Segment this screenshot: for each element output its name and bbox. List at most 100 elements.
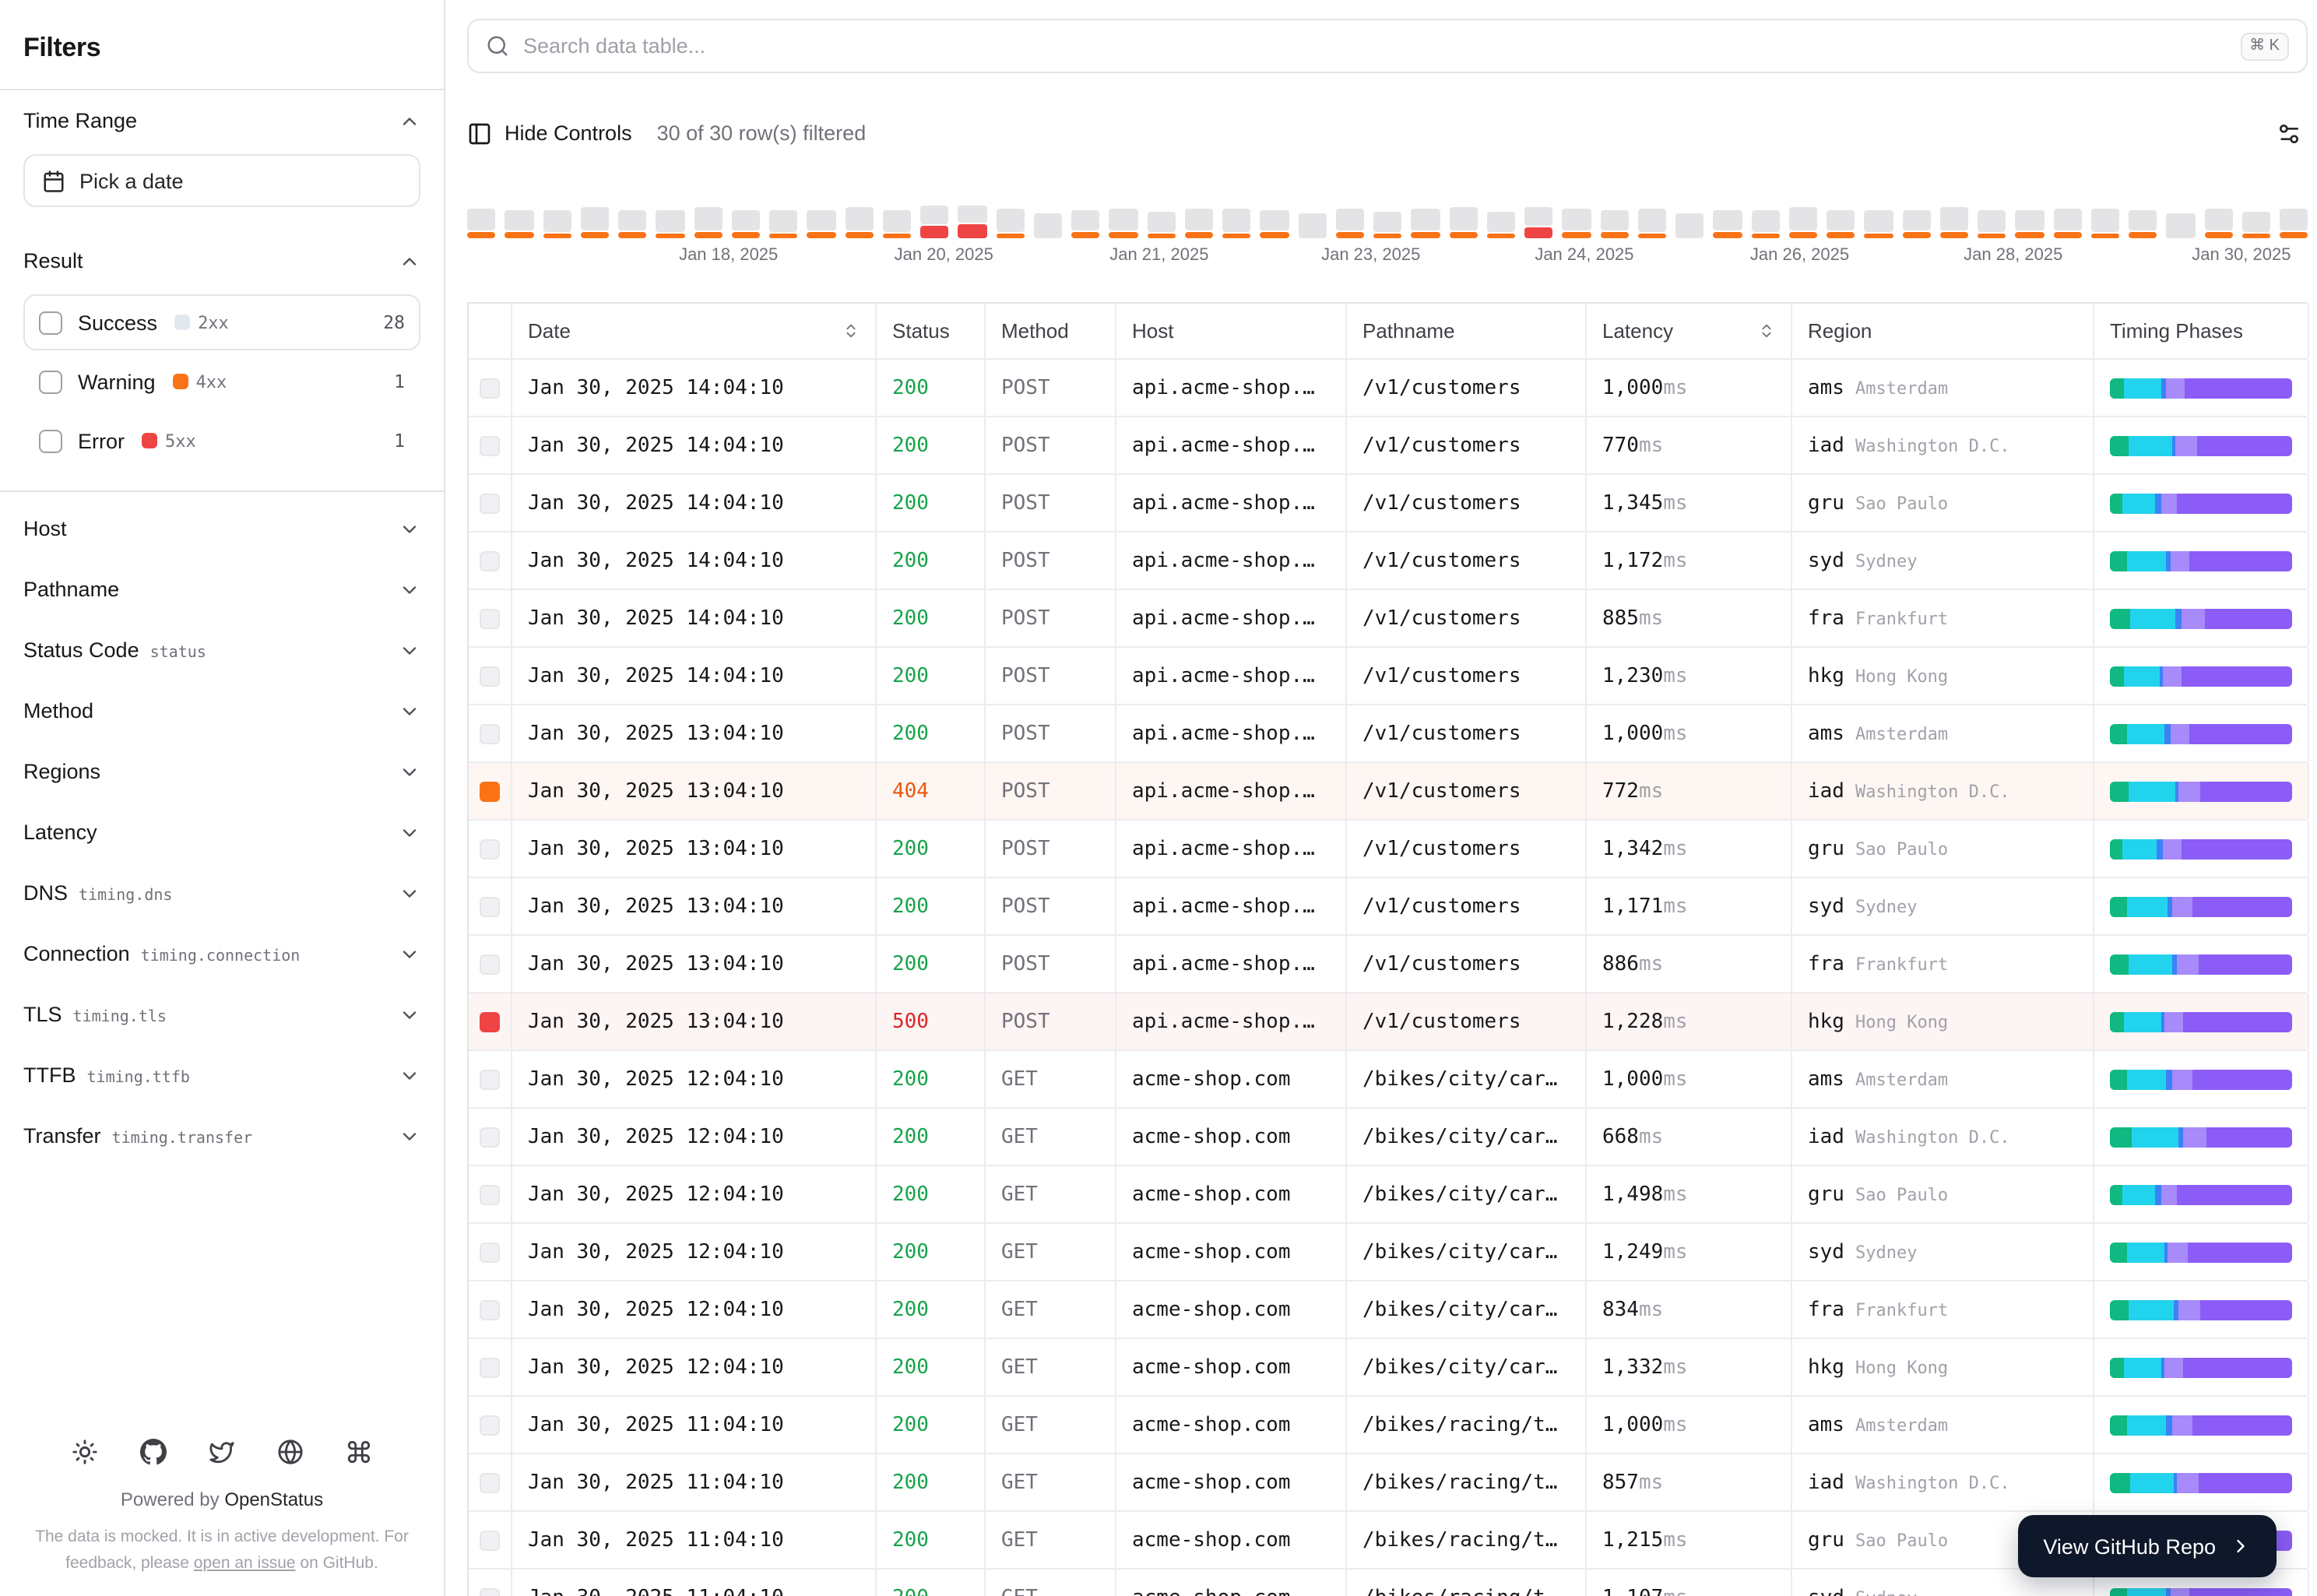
timeline-bar[interactable] [996,196,1025,238]
table-row[interactable]: Jan 30, 2025 11:04:10200GETacme-shop.com… [469,1397,2309,1454]
row-select-cell[interactable] [469,936,512,992]
timeline-bar[interactable] [467,196,496,238]
table-row[interactable]: Jan 30, 2025 14:04:10 200 POST api.acme-sho… [469,533,2309,590]
timeline-bar[interactable] [1147,196,1176,238]
timeline-bar[interactable] [1788,196,1817,238]
checkbox[interactable] [39,311,62,334]
table-row[interactable]: Jan 30, 2025 13:04:10 404 POST api.acme-sho… [469,763,2309,821]
timeline-bar[interactable] [2015,196,2044,238]
row-select-cell[interactable] [469,648,512,704]
command-menu-button[interactable] [346,1440,372,1466]
timeline-bar[interactable] [1411,196,1440,238]
row-select-cell[interactable] [469,763,512,819]
row-select-cell[interactable] [469,1051,512,1107]
timeline-bar[interactable] [731,196,760,238]
row-select-cell[interactable] [469,360,512,416]
table-row[interactable]: Jan 30, 2025 14:04:10 200 POST api.acme-sho… [469,360,2309,417]
view-options-button[interactable] [2270,114,2308,152]
timeline-bar[interactable] [1713,196,1742,238]
sidebar-section-ttfb[interactable]: TTFB timing.ttfb [23,1045,420,1106]
table-row[interactable]: Jan 30, 2025 12:04:10 200 GET acme-shop.com… [469,1166,2309,1224]
table-row[interactable]: Jan 30, 2025 12:04:10 200 GET acme-shop.com… [469,1281,2309,1339]
timeline-bar[interactable] [1486,196,1515,238]
sidebar-section-tls[interactable]: TLS timing.tls [23,984,420,1045]
timeline-bar[interactable] [1298,196,1327,238]
timeline-bar[interactable] [2241,196,2270,238]
timeline-bar[interactable] [1637,196,1666,238]
table-row[interactable]: Jan 30, 2025 13:04:10 200 POST api.acme-sho… [469,821,2309,878]
column-header-latency[interactable]: Latency [1587,304,1792,358]
theme-toggle-button[interactable] [72,1440,98,1466]
timeline-bar[interactable] [1184,196,1213,238]
timeline-bar[interactable] [618,196,647,238]
timeline-bar[interactable] [1335,196,1364,238]
timeline-bar[interactable] [1562,196,1591,238]
timeline-bar[interactable] [2090,196,2119,238]
search-input[interactable] [523,34,2227,58]
timeline-bar[interactable] [1675,196,1704,238]
table-row[interactable]: Jan 30, 2025 14:04:10 200 POST api.acme-sho… [469,417,2309,475]
table-row[interactable]: Jan 30, 2025 14:04:10 200 POST api.acme-sho… [469,648,2309,705]
row-select-cell[interactable] [469,993,512,1049]
timeline-bar[interactable] [2280,196,2308,238]
row-select-cell[interactable] [469,1512,512,1568]
timeline-bar[interactable] [1827,196,1855,238]
timeline-bar[interactable] [920,196,949,238]
row-select-cell[interactable] [469,475,512,531]
row-select-cell[interactable] [469,1109,512,1165]
timeline-bar[interactable] [1751,196,1780,238]
timeline-bar[interactable] [882,196,911,238]
timeline-bar[interactable] [656,196,684,238]
timeline-bar[interactable] [694,196,723,238]
timeline-bar[interactable] [769,196,798,238]
section-time-range[interactable]: Time Range [23,90,420,151]
hide-controls-button[interactable]: Hide Controls [467,121,632,146]
sidebar-section-method[interactable]: Method [23,680,420,741]
column-header-date[interactable]: Date [512,304,877,358]
timeline-bar[interactable] [1222,196,1251,238]
timeline-bar[interactable] [845,196,874,238]
table-row[interactable]: Jan 30, 2025 14:04:10 200 POST api.acme-sho… [469,590,2309,648]
timeline-bar[interactable] [807,196,835,238]
row-select-cell[interactable] [469,705,512,761]
table-row[interactable]: Jan 30, 2025 12:04:10 200 GET acme-shop.com… [469,1339,2309,1397]
row-select-cell[interactable] [469,417,512,473]
table-row[interactable]: Jan 30, 2025 13:04:10 500 POST api.acme-sho… [469,993,2309,1051]
timeline-bar[interactable] [1449,196,1478,238]
timeline-bar[interactable] [1864,196,1893,238]
sidebar-section-status-code[interactable]: Status Code status [23,620,420,680]
website-link[interactable] [277,1440,304,1466]
open-issue-link[interactable]: open an issue [194,1553,296,1572]
timeline-bar[interactable] [1373,196,1402,238]
row-select-cell[interactable] [469,1454,512,1510]
timeline-bar[interactable] [1033,196,1062,238]
timeline-bar[interactable] [580,196,609,238]
sidebar-section-dns[interactable]: DNS timing.dns [23,863,420,923]
row-select-cell[interactable] [469,1570,512,1596]
timeline-bar[interactable] [1902,196,1931,238]
sidebar-section-transfer[interactable]: Transfer timing.transfer [23,1106,420,1166]
table-row[interactable]: Jan 30, 2025 13:04:10 200 POST api.acme-sho… [469,936,2309,993]
table-row[interactable]: Jan 30, 2025 12:04:10 200 GET acme-shop.com… [469,1224,2309,1281]
sidebar-section-latency[interactable]: Latency [23,802,420,863]
timeline-bar[interactable] [1071,196,1100,238]
table-row[interactable]: Jan 30, 2025 11:04:10200GETacme-shop.com… [469,1454,2309,1512]
timeline-bar[interactable] [1260,196,1289,238]
openstatus-link[interactable]: OpenStatus [224,1489,323,1511]
row-select-cell[interactable] [469,1397,512,1453]
sidebar-section-connection[interactable]: Connection timing.connection [23,923,420,984]
table-row[interactable]: Jan 30, 2025 13:04:10 200 POST api.acme-sho… [469,878,2309,936]
sidebar-section-pathname[interactable]: Pathname [23,559,420,620]
timeline-bar[interactable] [2053,196,2082,238]
section-result[interactable]: Result [23,230,420,291]
row-select-cell[interactable] [469,1339,512,1395]
timeline-bar[interactable] [543,196,571,238]
timeline-bar[interactable] [2204,196,2233,238]
row-select-cell[interactable] [469,1224,512,1280]
row-select-cell[interactable] [469,878,512,934]
sidebar-section-regions[interactable]: Regions [23,741,420,802]
timeline-bar[interactable] [958,196,986,238]
result-option-success[interactable]: Success 2xx 28 [23,294,420,350]
row-select-cell[interactable] [469,1281,512,1338]
sidebar-section-host[interactable]: Host [23,498,420,559]
